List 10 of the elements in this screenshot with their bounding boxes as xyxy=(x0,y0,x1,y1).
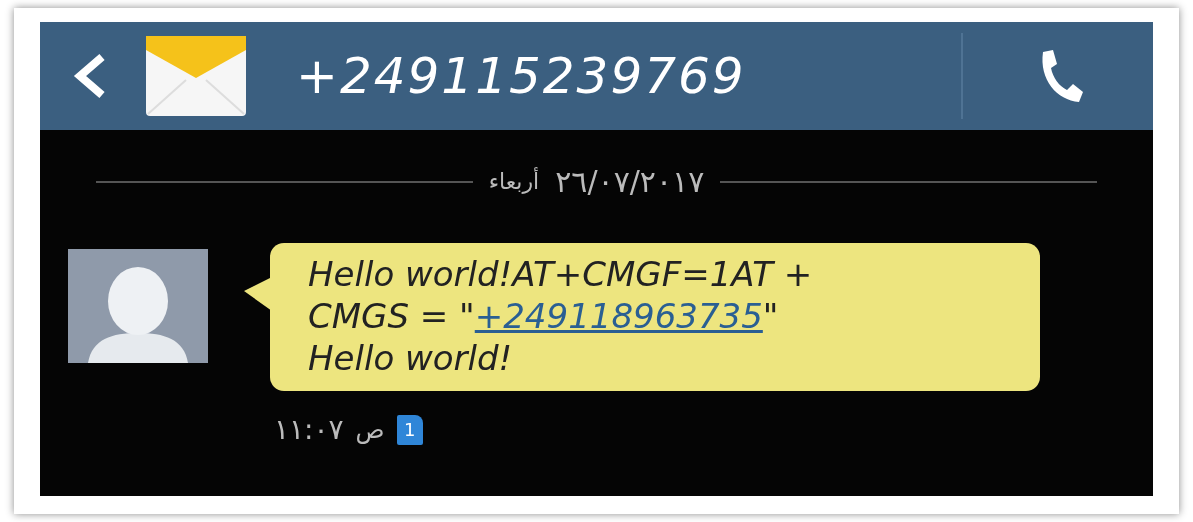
time-period: ص xyxy=(355,415,385,444)
envelope-icon xyxy=(146,36,246,116)
phone-link[interactable]: +249118963735 xyxy=(474,296,763,336)
sim-badge: 1 xyxy=(396,414,423,445)
date-label: ٢٦/٠٧/٢٠١٧ xyxy=(555,164,705,199)
day-label: أربعاء xyxy=(488,169,540,194)
avatar-icon xyxy=(68,249,208,363)
message-text: Hello world!AT+CMGF=1AT + CMGS = "+249118963735" Hello world! xyxy=(308,253,814,379)
contact-number: +249115239769 xyxy=(296,47,747,105)
message-time: ١١:٠٧ xyxy=(274,413,344,446)
